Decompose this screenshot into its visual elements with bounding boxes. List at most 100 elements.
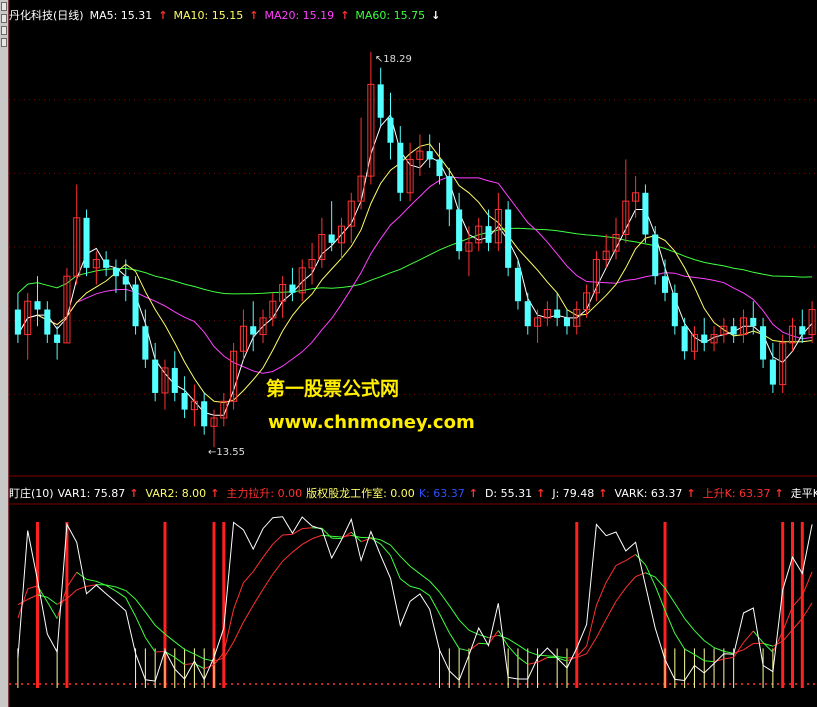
d-line	[458, 619, 470, 631]
d-line	[419, 573, 431, 582]
candle-body-down	[387, 117, 394, 143]
trend-arrow: ↑	[158, 9, 168, 22]
k-line	[704, 660, 715, 663]
candle-body-down	[328, 234, 335, 243]
d-line	[723, 650, 734, 654]
k-line	[615, 560, 627, 566]
candle-body-down	[799, 326, 806, 335]
k-line	[605, 565, 617, 583]
k-line	[302, 527, 313, 530]
k-line	[507, 645, 519, 658]
d-line	[635, 572, 646, 578]
candle-body-down	[103, 259, 110, 268]
d-line	[311, 534, 323, 540]
indicator-legend-item: 盯庄(10)	[9, 487, 54, 500]
k-line	[694, 654, 705, 662]
candle-body-down	[34, 301, 41, 310]
candle-body-down	[446, 176, 453, 210]
stock-title: 丹化科技(日线)	[9, 9, 84, 22]
d-line	[292, 543, 303, 553]
ma-legend-item: MA10: 15.15	[173, 9, 244, 22]
d-line	[684, 618, 695, 631]
indicator-legend-item: J: 79.48	[552, 487, 595, 500]
k-line	[517, 656, 529, 665]
chart-window: ↖18.29 ←13.55 丹化科技(日线) MA5: 15.31 ↑ MA10: 1…	[0, 0, 817, 707]
candle-body-down	[83, 217, 90, 268]
d-line	[47, 596, 58, 605]
kline-chart[interactable]: ↖18.29 ←13.55	[0, 0, 817, 707]
k-line	[537, 657, 548, 663]
candle-body-down	[730, 326, 737, 335]
k-line	[390, 555, 401, 579]
k-line	[743, 630, 754, 643]
ma10-line	[17, 143, 813, 404]
k-line	[86, 578, 97, 582]
d-line	[703, 640, 715, 649]
d-line	[605, 601, 617, 620]
d-line	[507, 638, 519, 646]
d-line	[409, 565, 421, 575]
k-line	[644, 564, 656, 587]
candle-body-down	[142, 326, 149, 360]
k-line	[282, 533, 293, 536]
candle-body-down	[289, 284, 296, 293]
trend-arrow: ↑	[774, 487, 784, 500]
k-line	[46, 601, 58, 619]
low-price-label: ←13.55	[208, 447, 245, 458]
d-line	[233, 621, 244, 643]
k-line	[527, 661, 538, 665]
candle-body-down	[171, 367, 178, 393]
trend-arrow: ↓	[431, 9, 441, 22]
d-line	[272, 560, 284, 575]
k-line	[439, 613, 450, 634]
d-line	[282, 551, 293, 562]
k-line	[409, 585, 421, 590]
d-line	[694, 630, 705, 641]
indicator-legend-item: VARK: 63.37	[614, 487, 683, 500]
d-line	[301, 538, 313, 545]
candle-body-down	[122, 276, 129, 285]
candle-body-down	[54, 334, 61, 343]
candle-body-down	[750, 317, 757, 327]
candle-body-down	[44, 309, 51, 335]
ma-legend: MA5: 15.31 ↑ MA10: 15.15 ↑ MA20: 15.19 ↑ MA60:…	[90, 8, 447, 24]
indicator-legend-item: VAR2: 8.00	[145, 487, 207, 500]
candle-body-down	[514, 267, 521, 302]
candle-body-down	[769, 359, 776, 385]
k-line	[144, 637, 156, 653]
k-line	[429, 595, 440, 615]
candle-body-down	[377, 84, 384, 118]
signal-bar	[36, 522, 40, 688]
k-line	[76, 571, 87, 580]
candle-body-down	[671, 292, 678, 327]
k-line	[331, 537, 342, 540]
d-line	[537, 654, 548, 657]
k-line	[674, 633, 686, 650]
candle-body-down	[652, 234, 659, 277]
k-line	[762, 642, 774, 653]
trend-arrow: ↑	[249, 9, 259, 22]
indicator-legend: 盯庄(10) VAR1: 75.87 ↑ VAR2: 8.00 ↑ 主力拉升: 0.00 版…	[9, 486, 817, 502]
candle-body-down	[201, 401, 208, 427]
k-line	[713, 658, 724, 663]
candle-body-down	[681, 326, 688, 352]
candle-body-down	[14, 309, 21, 335]
d-line	[390, 544, 401, 557]
candle-body-down	[132, 284, 139, 327]
d-line	[429, 580, 440, 593]
d-line	[184, 648, 195, 655]
k-line	[360, 537, 372, 543]
k-line	[243, 571, 254, 584]
d-line	[439, 591, 450, 606]
d-line	[380, 539, 391, 546]
main-legend: 丹化科技(日线) MA5: 15.31 ↑ MA10: 15.15 ↑ MA20: 15…	[9, 8, 817, 24]
candle-body-down	[181, 392, 188, 410]
d-line	[125, 590, 136, 600]
d-line	[144, 611, 156, 626]
k-line	[459, 648, 470, 652]
trend-arrow: ↑	[686, 487, 696, 500]
signal-bar	[575, 522, 579, 688]
d-line	[713, 647, 725, 652]
signal-bar	[65, 522, 69, 688]
candle-body-down	[524, 301, 531, 327]
